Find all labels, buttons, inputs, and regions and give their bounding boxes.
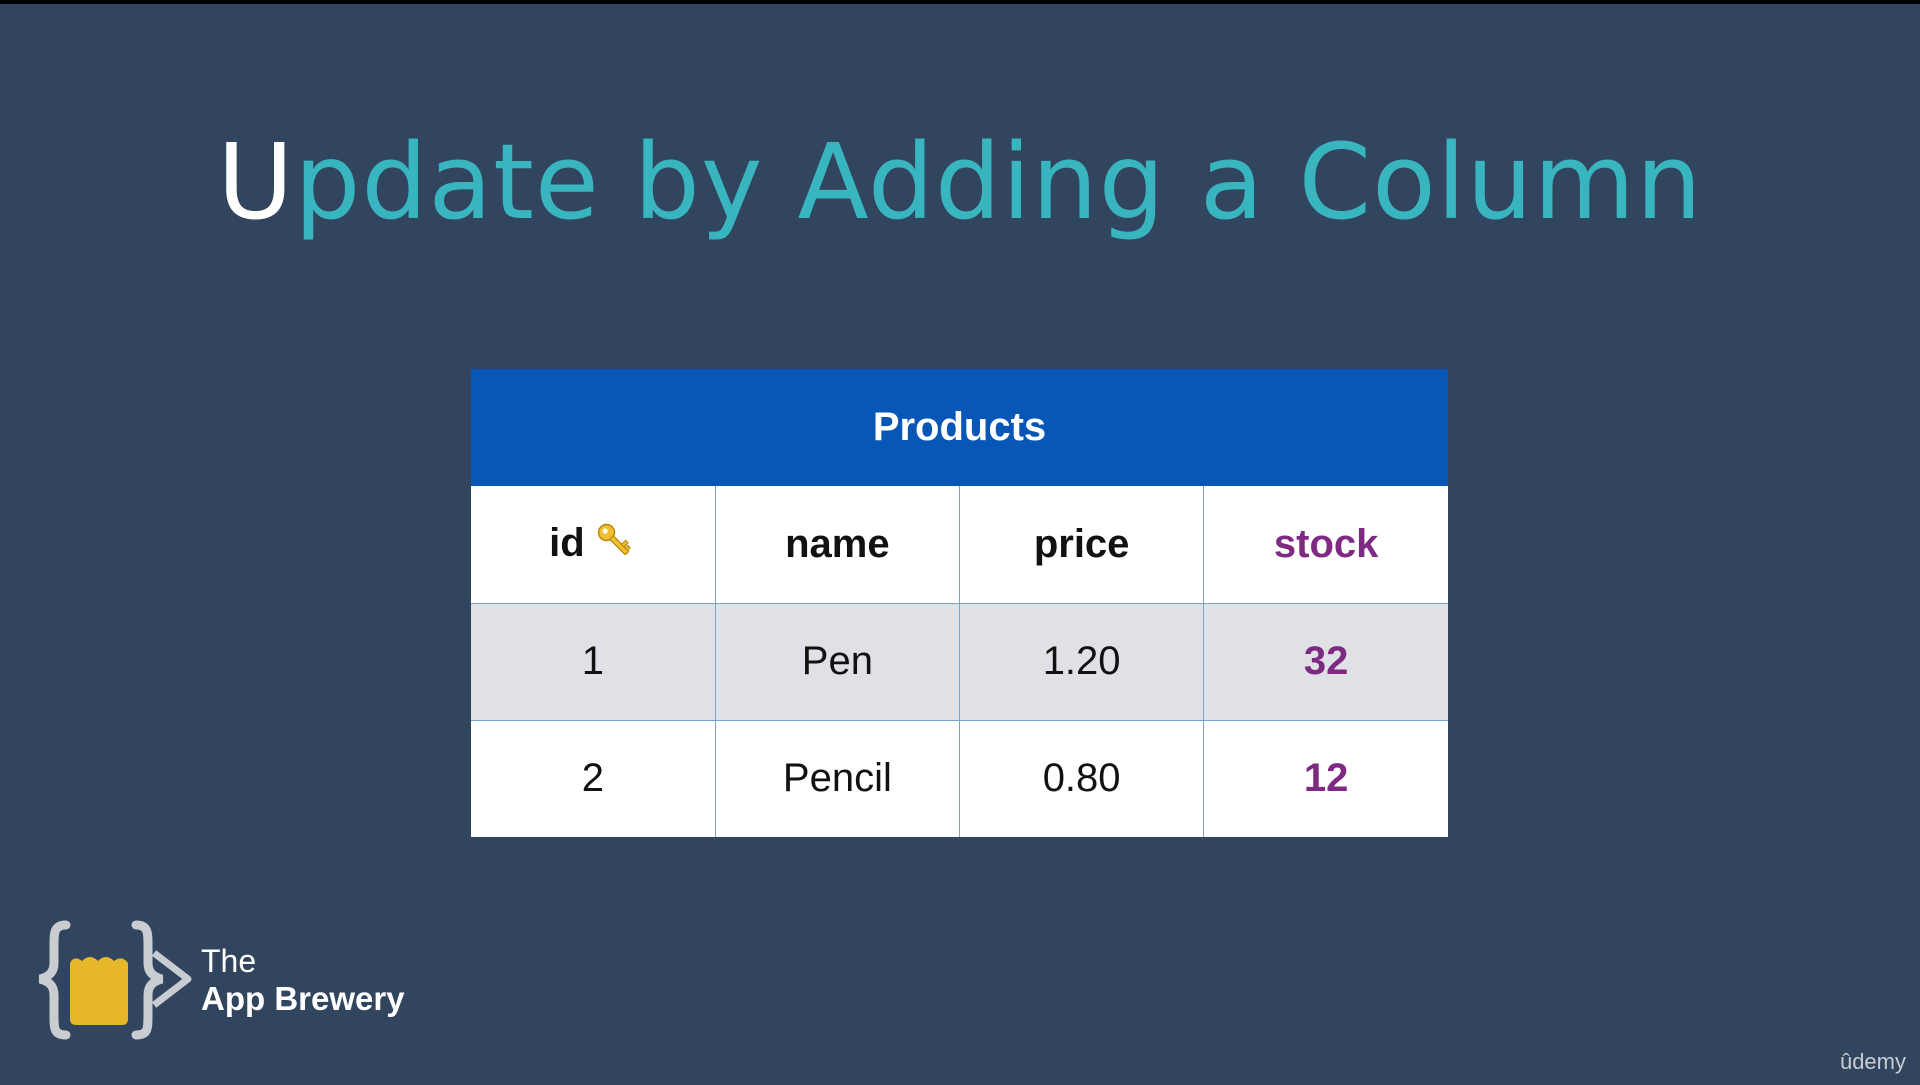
table-row: 1 Pen 1.20 32 — [471, 602, 1448, 721]
cell-stock: 12 — [1203, 719, 1448, 837]
logo-text-brand: App Brewery — [201, 980, 405, 1017]
header-id: id — [471, 486, 716, 604]
title-rest: pdate by Adding a Column — [294, 121, 1703, 243]
cell-id: 1 — [471, 602, 716, 721]
table-header-row: id name price stock — [471, 486, 1448, 604]
slide-title: Update by Adding a Column — [0, 122, 1920, 242]
table-row: 2 Pencil 0.80 12 — [471, 719, 1448, 837]
header-price: price — [958, 486, 1205, 604]
app-brewery-logo: The App Brewery — [38, 919, 428, 1044]
key-icon — [593, 519, 637, 563]
udemy-watermark: ûdemy — [1839, 1049, 1906, 1074]
cell-id: 2 — [471, 719, 716, 837]
products-grid: id name price stock 1 Pen 1.20 32 2 Penc… — [471, 486, 1448, 837]
table-title: Products — [471, 369, 1448, 486]
cell-name: Pen — [714, 602, 961, 721]
header-name: name — [714, 486, 961, 604]
slide: Update by Adding a Column Products id na… — [0, 4, 1920, 1085]
header-id-label: id — [549, 521, 585, 566]
cell-price: 1.20 — [958, 602, 1205, 721]
cell-name: Pencil — [714, 719, 961, 837]
brewery-mug-icon — [38, 920, 192, 1040]
cell-stock: 32 — [1203, 602, 1448, 721]
header-stock: stock — [1203, 486, 1448, 604]
logo-text-the: The — [201, 943, 257, 979]
cell-price: 0.80 — [958, 719, 1205, 837]
title-first-letter: U — [217, 121, 295, 243]
products-table: Products id name price stock 1 Pen 1.20 … — [471, 369, 1448, 837]
